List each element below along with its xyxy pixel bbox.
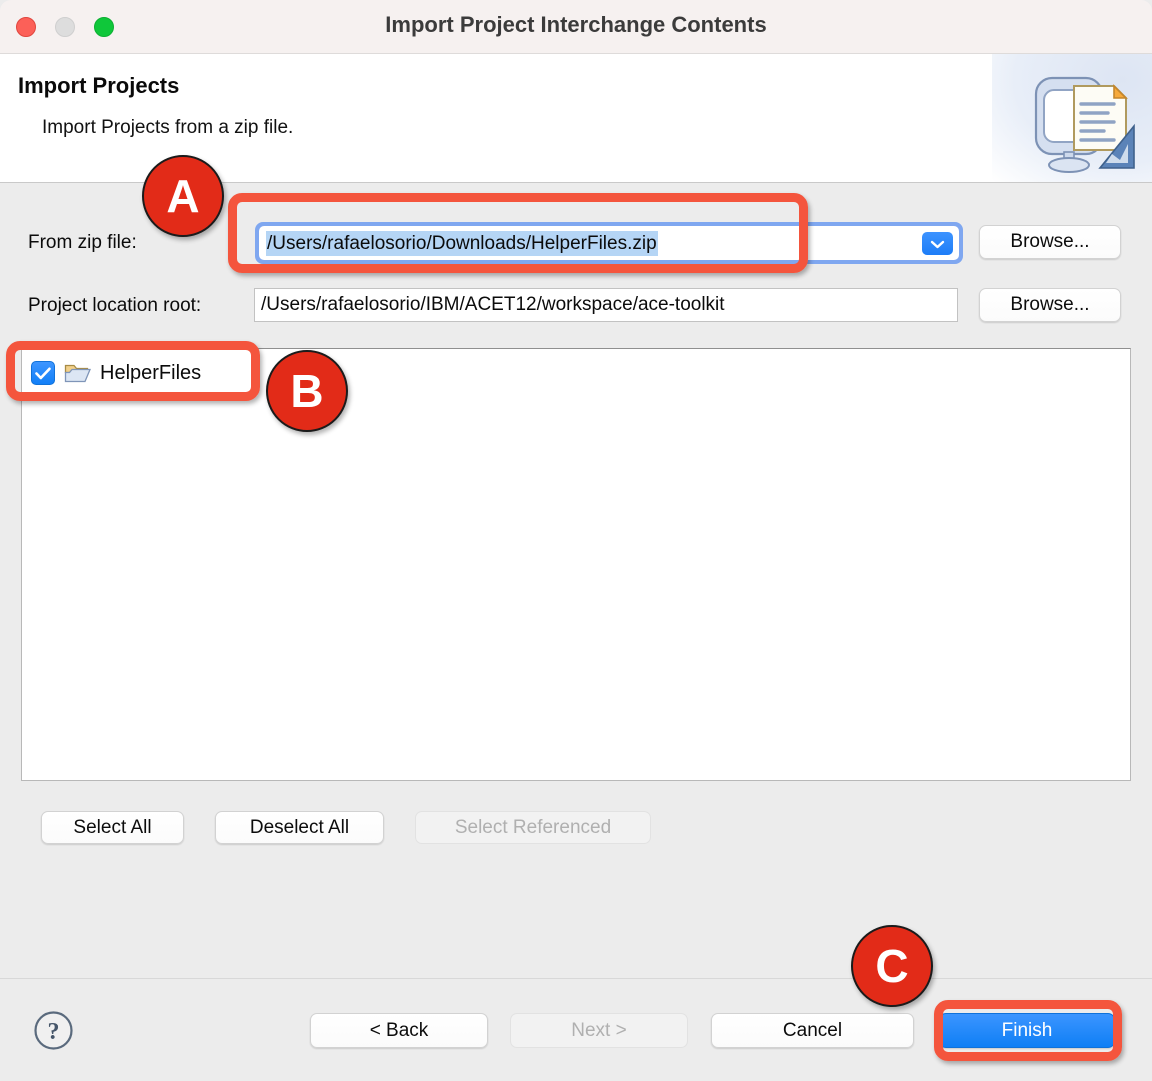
svg-text:?: ? — [48, 1019, 60, 1045]
project-location-root-input[interactable]: /Users/rafaelosorio/IBM/ACET12/workspace… — [254, 288, 958, 322]
check-icon — [35, 367, 51, 379]
zip-file-combo[interactable]: /Users/rafaelosorio/Downloads/HelperFile… — [255, 222, 963, 264]
project-checkbox[interactable] — [31, 361, 55, 385]
import-wizard-banner-icon — [992, 54, 1152, 182]
finish-button[interactable]: Finish — [939, 1013, 1115, 1048]
project-list-item-label: HelperFiles — [100, 361, 202, 384]
chevron-down-icon — [930, 240, 945, 248]
deselect-all-button[interactable]: Deselect All — [215, 811, 384, 844]
zip-file-dropdown-button[interactable] — [922, 232, 953, 255]
zip-file-input[interactable]: /Users/rafaelosorio/Downloads/HelperFile… — [266, 231, 658, 256]
page-description: Import Projects from a zip file. — [42, 117, 294, 138]
cancel-button[interactable]: Cancel — [711, 1013, 914, 1048]
project-location-root-browse-button[interactable]: Browse... — [979, 288, 1121, 322]
project-location-root-label: Project location root: — [28, 295, 202, 316]
page-title: Import Projects — [18, 73, 180, 98]
window-title: Import Project Interchange Contents — [385, 12, 767, 37]
help-button[interactable]: ? — [33, 1010, 74, 1051]
zip-file-browse-button[interactable]: Browse... — [979, 225, 1121, 259]
back-button[interactable]: < Back — [310, 1013, 488, 1048]
select-all-button[interactable]: Select All — [41, 811, 184, 844]
next-button: Next > — [510, 1013, 688, 1048]
project-list-panel[interactable]: HelperFiles — [21, 348, 1131, 781]
project-list-item[interactable]: HelperFiles — [31, 358, 201, 388]
zip-file-label: From zip file: — [28, 232, 137, 253]
title-bar: Import Project Interchange Contents — [0, 0, 1152, 54]
import-dialog-window: Import Project Interchange Contents Impo… — [0, 0, 1152, 1081]
open-folder-icon — [64, 364, 91, 383]
help-question-icon: ? — [34, 1011, 73, 1050]
select-referenced-button: Select Referenced — [415, 811, 651, 844]
zip-file-input-inner[interactable]: /Users/rafaelosorio/Downloads/HelperFile… — [259, 226, 959, 260]
wizard-header: Import Projects Import Projects from a z… — [0, 54, 1152, 183]
